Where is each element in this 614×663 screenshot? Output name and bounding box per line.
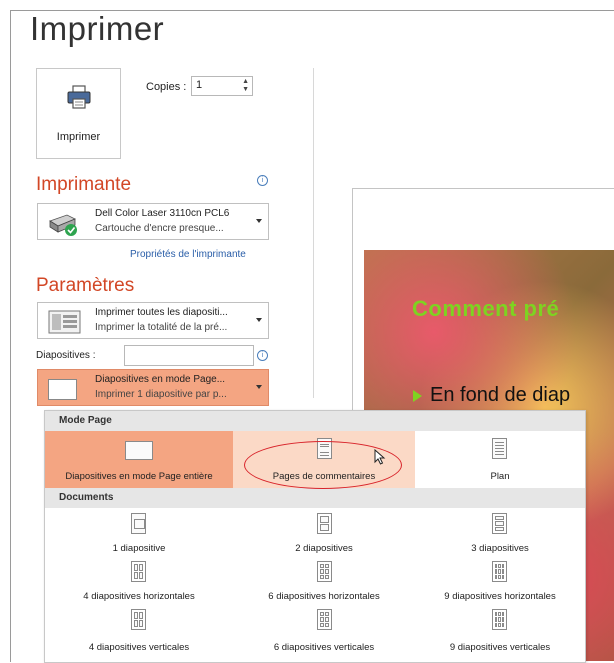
chevron-down-icon: [256, 219, 262, 223]
print-button-label: Imprimer: [56, 131, 101, 143]
printer-section-title: Imprimante: [36, 174, 132, 195]
printer-properties-link[interactable]: Propriétés de l'imprimante: [130, 249, 246, 260]
printer-dropdown[interactable]: Dell Color Laser 3110cn PCL6 Cartouche d…: [37, 203, 269, 240]
menu-item-9-horizontal[interactable]: 9 diapositives horizontales: [415, 558, 585, 606]
panel-divider: [313, 68, 314, 398]
printer-icon: [67, 85, 91, 109]
menu-item-full-page[interactable]: Diapositives en mode Page entière: [45, 431, 233, 488]
printer-status: Cartouche d'encre presque...: [95, 223, 224, 234]
menu-item-6-horizontal[interactable]: 6 diapositives horizontales: [233, 558, 415, 606]
copies-spinner-icon[interactable]: ▲ ▼: [242, 78, 249, 94]
handout-9-horizontal-icon: [492, 561, 507, 582]
print-button[interactable]: Imprimer: [36, 68, 121, 159]
chevron-down-icon: [256, 385, 262, 389]
menu-item-label: Plan: [490, 471, 510, 482]
handout-6-horizontal-icon: [317, 561, 332, 582]
printer-name: Dell Color Laser 3110cn PCL6: [95, 208, 230, 219]
preview-slide-title: Comment pré: [412, 296, 560, 321]
full-page-slide-icon: [125, 441, 153, 460]
print-range-dropdown[interactable]: Imprimer toutes les diapositi... Imprime…: [37, 302, 269, 339]
full-page-slide-icon: [48, 379, 77, 400]
info-icon[interactable]: i: [257, 175, 268, 186]
bullet-arrow-icon: [413, 390, 422, 402]
mode-page-header: Mode Page: [45, 411, 585, 431]
slides-input[interactable]: [124, 345, 254, 366]
menu-item-label: 1 diapositive: [112, 543, 166, 554]
menu-item-3-slides[interactable]: 3 diapositives: [415, 510, 585, 558]
layout-dropdown[interactable]: Diapositives en mode Page... Imprimer 1 …: [37, 369, 269, 406]
documents-header: Documents: [45, 488, 585, 508]
handout-4-vertical-icon: [131, 609, 146, 630]
copies-value: 1: [196, 79, 203, 91]
menu-item-1-slide[interactable]: 1 diapositive: [45, 510, 233, 558]
layout-line1: Diapositives en mode Page...: [95, 374, 226, 385]
menu-item-6-vertical[interactable]: 6 diapositives verticales: [233, 606, 415, 662]
outline-icon: [492, 438, 507, 459]
chevron-down-icon: [256, 318, 262, 322]
handout-9-vertical-icon: [492, 609, 507, 630]
printer-status-icon: [49, 214, 77, 236]
copies-input[interactable]: 1 ▲ ▼: [191, 76, 253, 96]
menu-item-4-vertical[interactable]: 4 diapositives verticales: [45, 606, 233, 662]
menu-item-label: 9 diapositives horizontales: [444, 591, 556, 602]
menu-item-label: 4 diapositives horizontales: [83, 591, 195, 602]
mouse-cursor-icon: [374, 449, 386, 465]
menu-item-label: 3 diapositives: [471, 543, 529, 554]
preview-slide-bullet: En fond de diap: [430, 384, 571, 406]
handout-2-slides-icon: [317, 513, 332, 534]
menu-item-2-slides[interactable]: 2 diapositives: [233, 510, 415, 558]
menu-item-label: Diapositives en mode Page entière: [65, 471, 213, 482]
handout-1-slide-icon: [131, 513, 146, 534]
menu-item-label: 4 diapositives verticales: [88, 642, 190, 653]
menu-item-outline[interactable]: Plan: [415, 431, 585, 488]
menu-item-9-vertical[interactable]: 9 diapositives verticales: [415, 606, 585, 662]
slides-label: Diapositives :: [36, 350, 96, 361]
print-range-line2: Imprimer la totalité de la pré...: [95, 322, 228, 333]
print-range-line1: Imprimer toutes les diapositi...: [95, 307, 228, 318]
slides-range-icon: [48, 310, 81, 334]
copies-label: Copies :: [146, 81, 187, 93]
handout-3-slides-icon: [492, 513, 507, 534]
page-title: Imprimer: [30, 10, 165, 47]
layout-line2: Imprimer 1 diapositive par p...: [95, 389, 227, 400]
menu-item-label: 6 diapositives verticales: [273, 642, 375, 653]
handout-6-vertical-icon: [317, 609, 332, 630]
menu-item-label: 9 diapositives verticales: [449, 642, 551, 653]
menu-item-label: 6 diapositives horizontales: [268, 591, 380, 602]
handout-4-horizontal-icon: [131, 561, 146, 582]
menu-item-4-horizontal[interactable]: 4 diapositives horizontales: [45, 558, 233, 606]
info-icon[interactable]: i: [257, 350, 268, 361]
menu-item-label: 2 diapositives: [295, 543, 353, 554]
settings-section-title: Paramètres: [36, 275, 135, 296]
